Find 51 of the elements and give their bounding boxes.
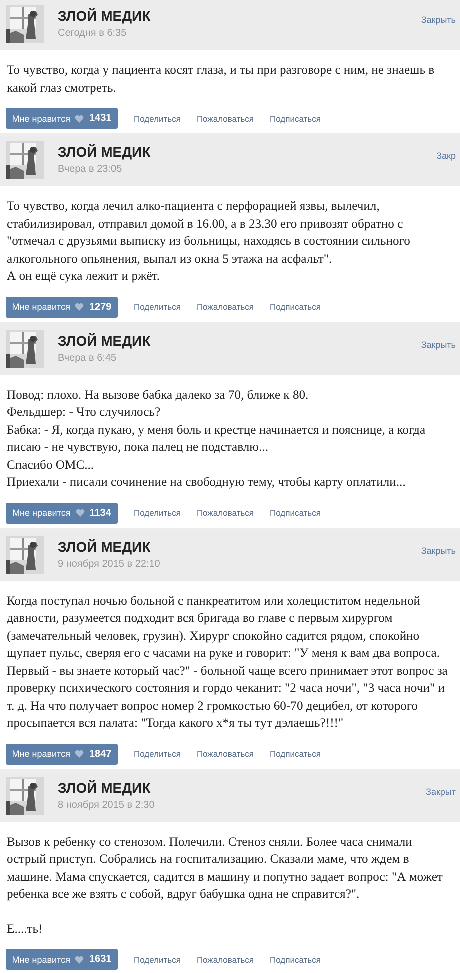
like-button[interactable]: Мне нравится 1631 [6,949,118,970]
close-link[interactable]: Закр [436,151,456,161]
action-link[interactable]: Подписаться [270,114,321,124]
action-link[interactable]: Поделиться [134,302,181,312]
heart-icon [76,509,85,517]
post-text: Вызов к ребенку со стенозом. Полечили. Стеноз сняли. Более часа снимали острый приступ. Собрались на госпитализацию. Сказали маме, что ждем в машине. Мама спускается, садится в машину и попутно задает вопрос: "А может ребенка все же взять с собой, вдруг бабушка одна не справится?". [7,834,444,903]
close-link[interactable]: Закрыть [421,546,456,556]
heart-icon [75,114,84,122]
action-link[interactable]: Пожаловаться [196,508,254,518]
post-text: Фельдшер: - Что случилось? [7,404,162,421]
post-text: Бабка: - Я, когда пукаю, у меня боль и крестце начинается и пояснице, а когда писаю - не чувствую, пока палец не подставлю... [7,422,427,456]
close-link[interactable]: Закрыт [426,786,456,796]
close-link[interactable]: Закрыть [421,340,456,350]
action-link[interactable]: Пожаловаться [196,114,254,124]
like-button[interactable]: Мне нравится 1279 [6,296,118,318]
action-link[interactable]: Поделиться [134,508,181,518]
author-name[interactable]: ЗЛОЙ МЕДИК [58,538,422,554]
author-name[interactable]: ЗЛОЙ МЕДИК [58,780,426,796]
heart-icon [75,303,84,311]
post-text: То чувство, когда у пациента косят глаза, и ты при разговоре с ним, не знаешь в какой глаз смотреть. [7,62,436,97]
post-text: А он ещё сука лежит и ржёт. [7,268,161,285]
action-link[interactable]: Подписаться [270,508,321,518]
action-link[interactable]: Поделиться [134,114,181,124]
post-time: Вчера в 23:05 [58,164,124,175]
heart-icon [75,750,84,758]
action-link[interactable]: Подписаться [270,302,321,312]
post-text: Е....ть! [7,920,44,938]
like-button[interactable]: Мне нравится 1134 [6,502,118,524]
post-text: Спасибо ОМС... [7,456,96,474]
action-link[interactable]: Подписаться [270,749,321,759]
post-time: Сегодня в 6:35 [58,28,128,39]
post-text: То чувство, когда лечил алко-пациента с перфорацией язвы, вылечил, стабилизировал, отправил домой в 16.00, а в 23.30 его привозят обратно с "отмечал с друзьями выписку из больницы, находясь в состоянии сильного алкогольного опьянения, выпал из окна 5 этажа на асфальт". [7,198,412,268]
action-link[interactable]: Пожаловаться [196,749,254,759]
like-button[interactable]: Мне нравится 1431 [6,108,118,129]
post-time: 8 ноября 2015 в 2:30 [58,800,156,810]
close-link[interactable]: Закрыть [421,15,456,25]
like-button[interactable]: Мне нравится 1847 [6,744,118,764]
action-link[interactable]: Поделиться [134,954,181,964]
action-link[interactable]: Пожаловаться [196,954,254,964]
author-name[interactable]: ЗЛОЙ МЕДИК [58,332,422,348]
heart-icon [75,956,84,964]
post-text: Когда поступал ночью больной с панкреатитом или холециститом недельной давности, разумеется подходит вся бригада во главе с первым хирургом (замечательный человек, грузин). Хирург спокойно садится рядом, спокойно щупает пульс, сверяя его с часами на руке и говорит: "У меня к вам два вопроса. Первый - вы знаете который час?" - больной чаще всего принимает этот вопрос за проверку психического состояния и гордо чеканит: "2 часа ночи", "3 часа ночи" и т. д. На что получает вопрос номер 2 громкостью 60-70 децибел, от которого просыпается вся палата: "Тогда какого х*я ты тут дэлаешь?!!!" [7,592,449,732]
action-link[interactable]: Поделиться [134,749,181,759]
author-name[interactable]: ЗЛОЙ МЕДИК [58,144,437,160]
post-time: 9 ноября 2015 в 22:10 [58,558,162,570]
action-link[interactable]: Подписаться [270,954,321,964]
author-name[interactable]: ЗЛОЙ МЕДИК [58,8,422,24]
post-text: Приехали - писали сочинение на свободную тему, чтобы карту оплатили... [7,474,407,491]
action-link[interactable]: Пожаловаться [196,302,254,312]
post-text: Повод: плохо. На вызове бабка далеко за 70, ближе к 80. [7,386,310,404]
post-time: Вчера в 6:45 [58,352,118,364]
